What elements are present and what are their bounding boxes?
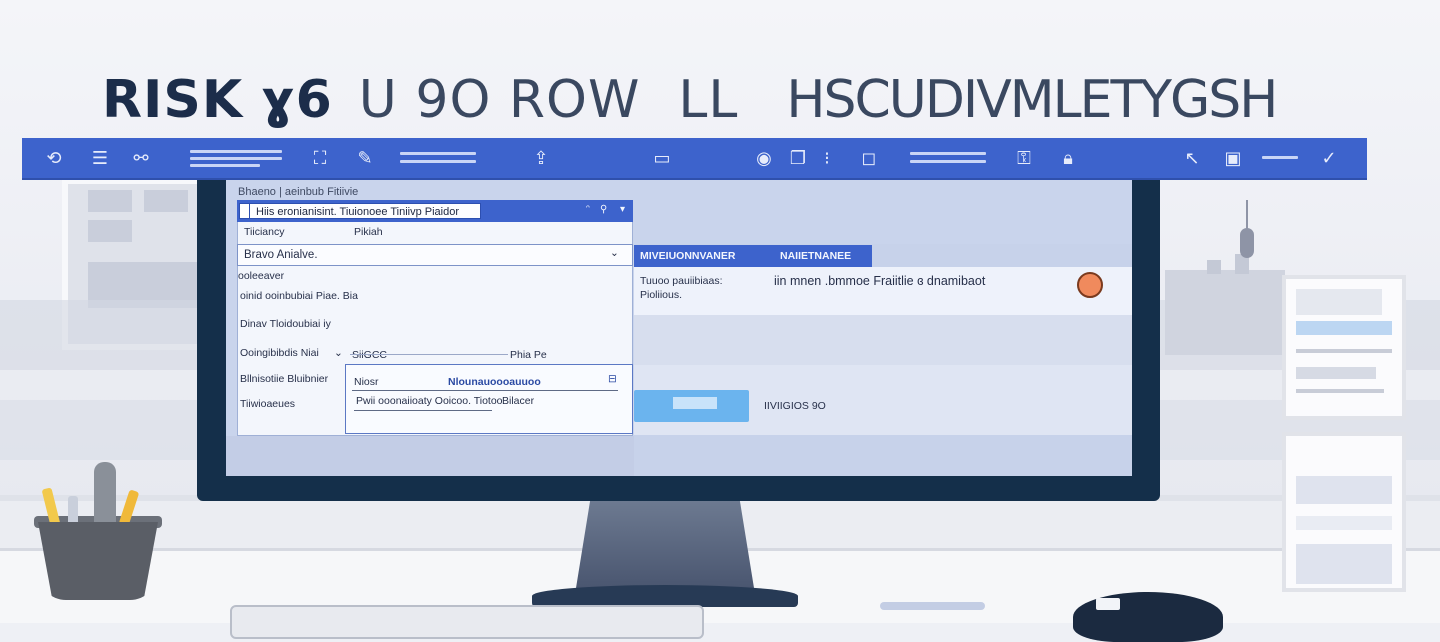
row-label-4: Dinav Tloidoubiai iy bbox=[240, 318, 331, 330]
keyboard bbox=[230, 605, 704, 639]
folder-icon[interactable]: ▣ bbox=[1218, 147, 1248, 169]
lock-icon[interactable]: ⚿ bbox=[1012, 147, 1036, 169]
row-label-3: oinid ooinbubiai Piae. Bia bbox=[240, 290, 358, 302]
search-icon[interactable]: ⚲ bbox=[600, 204, 607, 215]
subpanel-title: Nlounauoooauuoo bbox=[448, 376, 541, 388]
mouse-button bbox=[1096, 598, 1120, 610]
subpanel-input-right[interactable]: Bilacer bbox=[502, 395, 534, 407]
pencil-cup bbox=[38, 522, 158, 600]
chevron-down-icon[interactable]: ▾ bbox=[620, 204, 625, 215]
minimize-icon[interactable]: ᵔ bbox=[586, 204, 590, 215]
dropdown-arrow-icon[interactable]: ⌄ bbox=[610, 247, 619, 259]
detail-header-right[interactable]: NAIIETNANEE bbox=[780, 250, 851, 262]
open-icon[interactable]: ◻ bbox=[856, 147, 882, 169]
subpanel-input-underline bbox=[354, 410, 492, 411]
upload-icon[interactable]: ⇪ bbox=[528, 147, 554, 169]
select-arrow-icon[interactable]: ⌄ bbox=[334, 347, 343, 359]
copy-icon[interactable]: ❐ bbox=[784, 147, 812, 169]
row-label-5: Ooingibibdis Niai bbox=[240, 347, 319, 359]
lamp-cord bbox=[1246, 200, 1248, 230]
page-headline: RISK ɣ6 U 9O ROW LL HSCUDIVMLETYGSH bbox=[102, 70, 1278, 130]
row-value-1[interactable]: Pikiah bbox=[354, 226, 383, 238]
cursor-icon[interactable]: ↖ bbox=[1182, 147, 1202, 169]
user-avatar-icon[interactable] bbox=[1077, 272, 1103, 298]
detail-row-text: iin mnen .bmmoe Fraiitlie ɞ dnamibaot bbox=[774, 274, 986, 288]
edit-icon[interactable]: ✎ bbox=[350, 147, 380, 169]
top-toolbar: ⟲ ☰ ⚯ ⛶ ✎ ⇪ ▭ ◉ ❐ ⁝ ◻ ⚿ 🔒︎ ↖ ▣ ✓ bbox=[22, 138, 1367, 178]
detail-row-sublabel: Pioliious. bbox=[640, 289, 683, 301]
pencils bbox=[38, 460, 158, 530]
row-label-6: Bllnisotiie Bluibnier bbox=[240, 373, 329, 385]
primary-button-label-placeholder bbox=[673, 397, 717, 409]
row-label-7: Tiiwioaeues bbox=[240, 398, 296, 410]
background-building bbox=[1165, 254, 1285, 355]
subpanel-divider bbox=[352, 390, 618, 391]
expand-icon[interactable]: ⊟ bbox=[608, 373, 617, 385]
row-label-1: Tiiciancy bbox=[244, 226, 285, 238]
row-label-2: ooleeaver bbox=[238, 270, 285, 282]
unlock-icon[interactable]: 🔒︎ bbox=[1056, 147, 1080, 169]
detail-row-empty bbox=[634, 315, 1132, 365]
image-icon[interactable]: ⛶ bbox=[300, 147, 340, 169]
shelf-cabinet bbox=[1282, 275, 1406, 420]
breadcrumb[interactable]: Bhaeno | aeinbub Fitiivie bbox=[238, 186, 358, 198]
subpanel-input[interactable]: Pwii ooonaiioaty Ooicoo. Tiotoo bbox=[356, 395, 503, 407]
title-input[interactable]: Hiis eronianisint. Tiuionoee Tiniivp Pia… bbox=[249, 203, 481, 219]
link-icon[interactable]: ⚯ bbox=[126, 147, 156, 169]
monitor-stand bbox=[576, 500, 754, 588]
dropdown-value[interactable]: Bravo Anialve. bbox=[244, 249, 318, 261]
select-value[interactable]: SiiGCC bbox=[352, 349, 387, 361]
list-icon[interactable]: ☰ bbox=[86, 147, 114, 169]
select-right[interactable]: Phia Pe bbox=[510, 349, 547, 361]
window-icon[interactable]: ▭ bbox=[652, 147, 672, 169]
select-underline bbox=[350, 354, 508, 355]
check-icon[interactable]: ✓ bbox=[1314, 147, 1344, 169]
desk-item bbox=[880, 602, 985, 610]
refresh-icon[interactable]: ⟲ bbox=[42, 147, 66, 169]
subpanel-label: Niosr bbox=[354, 376, 379, 388]
lamp bbox=[1240, 228, 1254, 258]
monitor-base bbox=[532, 585, 798, 607]
detail-row-label: Tuuoo pauiibiaas: bbox=[640, 275, 723, 287]
action-label: IIVIIGIOS 9O bbox=[764, 400, 826, 412]
detail-header-left[interactable]: MIVEIUONNVANER bbox=[640, 250, 735, 262]
camera-icon[interactable]: ◉ bbox=[750, 147, 778, 169]
monitor-screen: Bhaeno | aeinbub Fitiivie Hiis eronianis… bbox=[226, 178, 1132, 476]
bullet-icon[interactable]: ⁝ bbox=[820, 147, 834, 169]
shelf-cabinet-lower bbox=[1282, 432, 1406, 592]
